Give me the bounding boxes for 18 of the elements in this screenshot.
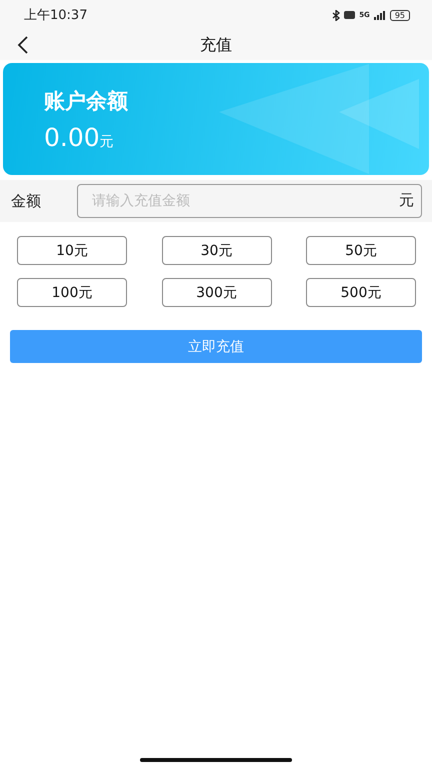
signal-icon (374, 10, 386, 20)
page-title: 充值 (200, 34, 232, 56)
amount-option[interactable]: 10元 (17, 236, 127, 265)
balance-unit: 元 (100, 132, 114, 150)
back-icon[interactable] (17, 36, 29, 54)
amount-option[interactable]: 100元 (17, 278, 127, 307)
amount-option[interactable]: 30元 (162, 236, 272, 265)
amount-option[interactable]: 50元 (306, 236, 416, 265)
amount-option[interactable]: 300元 (162, 278, 272, 307)
balance-amount: 0.00 (44, 122, 100, 152)
balance-label: 账户余额 (44, 88, 129, 114)
amount-label: 金额 (11, 192, 42, 210)
hd-icon (344, 11, 356, 19)
amount-option[interactable]: 500元 (306, 278, 416, 307)
bluetooth-icon (332, 10, 340, 20)
status-time: 上午10:37 (24, 7, 88, 24)
battery-indicator: 95 (390, 10, 410, 20)
amount-unit: 元 (399, 191, 414, 210)
